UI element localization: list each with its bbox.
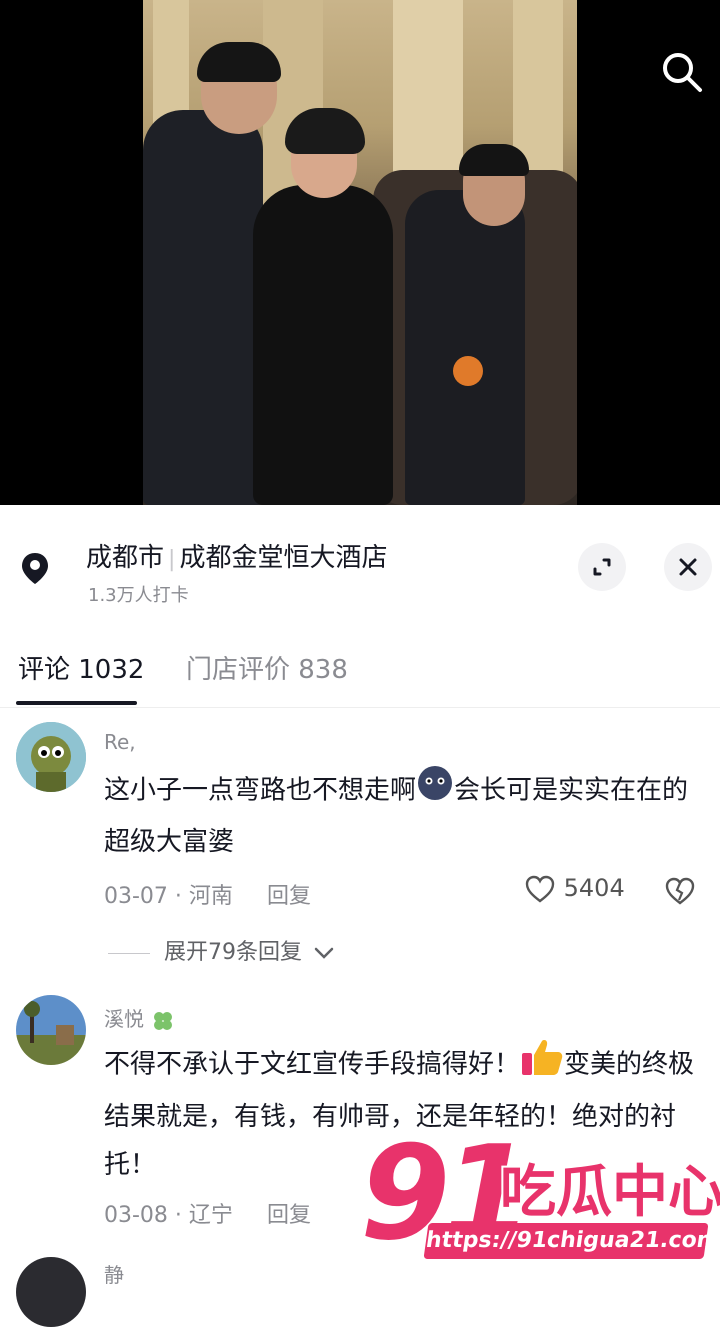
expand-replies-label: 展开79条回复	[164, 940, 302, 965]
expand-replies[interactable]: 展开79条回复	[108, 934, 335, 966]
video-frame	[143, 0, 577, 505]
comment-text: 这小子一点弯路也不想走啊 会长可是实实在在的超级大富婆	[104, 764, 704, 866]
comment-username-text: 溪悦	[104, 1007, 144, 1031]
tab-store-reviews[interactable]: 门店评价 838	[186, 649, 348, 686]
location-title[interactable]: 成都市 | 成都金堂恒大酒店	[86, 537, 387, 574]
tab-comments[interactable]: 评论 1032	[18, 649, 144, 686]
thumbs-up-icon	[520, 1037, 564, 1093]
flower-bouquet	[453, 356, 483, 386]
tab-bar: 评论 1032 门店评价 838	[0, 645, 720, 708]
comment-username[interactable]: 溪悦	[104, 1003, 176, 1034]
comment-item: Re, 这小子一点弯路也不想走啊 会长可是实实在在的超级大富婆 03-07 · 河…	[0, 720, 720, 980]
comment-text-part: 不得不承认于文红宣传手段搞得好！	[104, 1049, 521, 1080]
dislike-button[interactable]	[664, 876, 696, 910]
comment-region: 辽宁	[188, 1203, 233, 1228]
chevron-down-icon	[314, 947, 334, 959]
reply-button[interactable]: 回复	[267, 884, 311, 909]
person-center-hair	[285, 108, 365, 154]
location-header[interactable]: 成都市 | 成都金堂恒大酒店 1.3万人打卡	[0, 529, 720, 609]
comment-username[interactable]: Re,	[104, 730, 136, 754]
like-button[interactable]: 5404	[524, 874, 625, 904]
comment-text-part: 这小子一点弯路也不想走啊	[104, 775, 417, 806]
avatar[interactable]	[16, 995, 86, 1065]
search-icon	[663, 53, 702, 92]
avatar[interactable]	[16, 722, 86, 792]
like-count: 5404	[563, 874, 625, 902]
person-left-hair	[197, 42, 281, 82]
checkin-count: 1.3万人打卡	[88, 585, 189, 606]
location-city: 成都市	[86, 543, 165, 573]
comment-username[interactable]: 静	[104, 1259, 124, 1288]
heart-icon	[525, 875, 555, 903]
person-right-hair	[459, 144, 529, 176]
expand-button[interactable]	[578, 543, 626, 591]
person-center	[253, 185, 393, 505]
close-icon	[679, 558, 697, 576]
location-separator: |	[168, 547, 176, 572]
comment-date: 03-08	[104, 1203, 168, 1228]
watermark: 91 吃瓜中心 https://91chigua21.com	[360, 1117, 720, 1280]
expand-icon	[593, 558, 611, 576]
active-tab-indicator	[16, 701, 137, 705]
location-place: 成都金堂恒大酒店	[179, 543, 388, 573]
search-button[interactable]	[658, 48, 706, 96]
watermark-url: https://91chigua21.com	[423, 1223, 720, 1259]
person-right	[405, 190, 525, 505]
location-pin-icon	[18, 551, 52, 585]
broken-heart-icon	[665, 877, 695, 905]
divider-line	[108, 952, 150, 954]
comment-meta: 03-08 · 辽宁 回复	[104, 1203, 311, 1228]
comment-region: 河南	[188, 884, 233, 909]
blob-emoji-icon	[416, 764, 454, 818]
reply-button[interactable]: 回复	[267, 1203, 311, 1228]
watermark-name: 吃瓜中心	[500, 1160, 720, 1225]
clover-icon	[154, 1011, 173, 1030]
avatar[interactable]	[16, 1257, 86, 1327]
close-button[interactable]	[664, 543, 712, 591]
video-player[interactable]	[0, 0, 720, 505]
comment-meta: 03-07 · 河南 回复	[104, 884, 311, 909]
person-left	[143, 110, 263, 505]
comment-date: 03-07	[104, 884, 168, 909]
